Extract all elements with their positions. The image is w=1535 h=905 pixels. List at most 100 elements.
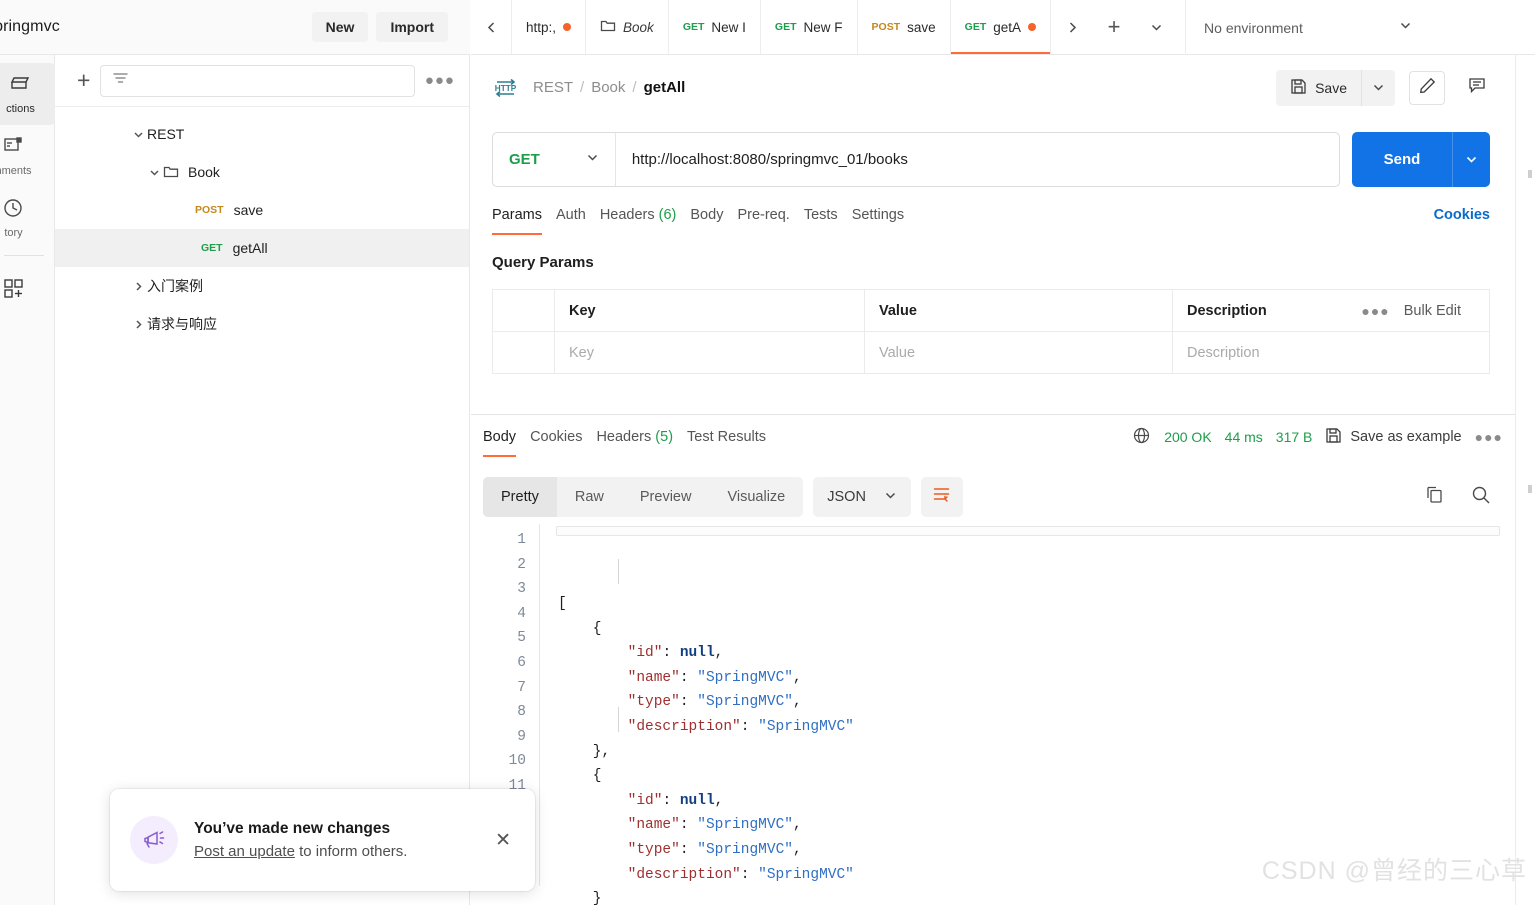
chevron-down-icon[interactable] [129, 129, 147, 140]
new-button[interactable]: New [311, 12, 369, 42]
copy-icon[interactable] [1425, 485, 1445, 510]
send-button[interactable]: Send [1352, 132, 1452, 187]
tab-label: Body [483, 429, 517, 445]
save-button-group: Save [1276, 69, 1395, 106]
breadcrumb: REST / Book / getAll [533, 79, 685, 96]
environment-selector[interactable]: No environment [1185, 0, 1430, 55]
import-button[interactable]: Import [376, 12, 448, 42]
tab-auth[interactable]: Auth [556, 207, 600, 235]
tab-http[interactable]: http:, [511, 0, 585, 54]
response-more-icon[interactable]: ●●● [1475, 429, 1503, 445]
rail-item-environments[interactable]: nments [0, 125, 41, 187]
breadcrumb-folder[interactable]: Book [591, 79, 625, 96]
filter-icon [111, 69, 130, 93]
tab-list-chevron-down-icon[interactable] [1135, 0, 1177, 55]
view-mode-preview[interactable]: Preview [622, 477, 710, 517]
post-update-link[interactable]: Post an update [194, 843, 295, 860]
unsaved-dot-icon [1028, 23, 1037, 31]
chevron-down-icon[interactable] [145, 167, 163, 178]
sidebar-more-icon[interactable]: ●●● [425, 72, 455, 89]
tree-item-intro-case[interactable]: 入门案例 [55, 267, 469, 305]
svg-text:HTTP: HTTP [495, 84, 517, 93]
chevron-right-icon[interactable] [129, 281, 147, 292]
chevron-right-icon[interactable] [129, 319, 147, 330]
tab-new-request-1[interactable]: GET New I [667, 0, 760, 54]
column-header-key: Key [555, 290, 865, 331]
edit-pencil-button[interactable] [1409, 70, 1445, 105]
code-line: } [558, 891, 602, 905]
rail-item-history[interactable]: tory [0, 187, 41, 249]
table-row[interactable]: Key Value Description [493, 332, 1489, 374]
request-tab-strip: http:, Book GET New I GET New F POST sav… [471, 0, 1535, 55]
collection-sidebar: + ●●● REST Book POST save GET getAll 入门案… [55, 55, 470, 905]
tab-label: Auth [555, 207, 586, 223]
tab-params[interactable]: Params [492, 207, 556, 235]
wrap-lines-button[interactable] [920, 477, 963, 517]
send-options-chevron-down-icon[interactable] [1452, 132, 1490, 187]
sidebar-filter-box[interactable] [100, 64, 415, 97]
tree-item-getall[interactable]: GET getAll [55, 229, 469, 267]
close-icon[interactable]: ✕ [489, 823, 517, 858]
tab-tests[interactable]: Tests [804, 207, 852, 235]
query-params-table: Key Value Description ●●● Bulk Edit Key … [492, 289, 1490, 374]
tab-pre-request[interactable]: Pre-req. [737, 207, 803, 235]
request-section-tabs: Params Auth Headers (6) Body Pre-req. Te… [492, 202, 1490, 240]
method-badge-post: POST [871, 21, 901, 33]
bulk-edit-button[interactable]: Bulk Edit [1404, 303, 1461, 319]
save-as-example-label: Save as example [1350, 429, 1462, 445]
right-rail [1515, 55, 1535, 905]
tab-response-cookies[interactable]: Cookies [530, 429, 596, 457]
breadcrumb-collection[interactable]: REST [533, 79, 573, 96]
tree-label: Book [188, 164, 220, 180]
tree-item-request-response[interactable]: 请求与响应 [55, 305, 469, 343]
tab-response-headers[interactable]: Headers (5) [596, 429, 687, 457]
view-mode-raw[interactable]: Raw [557, 477, 622, 517]
save-as-example-button[interactable]: Save as example [1325, 427, 1462, 448]
json-code-content[interactable]: [ { "id": null, "name": "SpringMVC", "ty… [539, 524, 1515, 905]
rail-item-collections[interactable]: ctions [0, 63, 55, 125]
save-options-chevron-down-icon[interactable] [1361, 69, 1395, 106]
row-checkbox-cell[interactable] [493, 332, 555, 373]
save-button[interactable]: Save [1276, 70, 1361, 106]
http-method-selector[interactable]: GET [493, 133, 616, 186]
tab-settings[interactable]: Settings [852, 207, 918, 235]
tab-label: New I [711, 19, 746, 35]
view-mode-visualize[interactable]: Visualize [709, 477, 803, 517]
line-number: 7 [517, 679, 526, 696]
environment-label: No environment [1204, 19, 1303, 36]
comments-button[interactable] [1459, 71, 1495, 105]
tree-item-book[interactable]: Book [55, 153, 469, 191]
view-mode-pretty[interactable]: Pretty [483, 477, 557, 517]
add-collection-icon[interactable]: + [77, 69, 90, 92]
tab-test-results[interactable]: Test Results [687, 429, 780, 457]
tab-response-body[interactable]: Body [483, 429, 530, 457]
tab-new-request-2[interactable]: GET New F [759, 0, 857, 54]
collection-tree: REST Book POST save GET getAll 入门案例 请求与响… [55, 107, 469, 343]
search-icon[interactable] [1471, 485, 1491, 510]
param-key-input[interactable]: Key [555, 332, 865, 373]
tab-headers[interactable]: Headers (6) [600, 207, 691, 235]
tab-save[interactable]: POST savе [856, 0, 950, 54]
pencil-icon [1419, 77, 1436, 99]
tab-getall[interactable]: GET getА [949, 0, 1051, 54]
url-input[interactable]: http://localhost:8080/springmvc_01/books [616, 151, 1339, 168]
line-number: 1 [517, 532, 526, 548]
tabs-scroll-left-icon[interactable] [471, 0, 511, 54]
tree-item-rest[interactable]: REST [55, 115, 469, 153]
tabs-scroll-right-icon[interactable] [1051, 0, 1093, 55]
cookies-link[interactable]: Cookies [1434, 207, 1490, 235]
globe-icon[interactable] [1132, 426, 1151, 448]
param-description-input[interactable]: Description [1173, 332, 1489, 373]
new-tab-icon[interactable]: + [1093, 0, 1135, 55]
tab-book[interactable]: Book [585, 0, 668, 54]
rail-item-new-module[interactable] [0, 262, 41, 324]
chevron-down-icon [1399, 19, 1412, 37]
response-tools [1425, 485, 1503, 510]
param-value-input[interactable]: Value [865, 332, 1173, 373]
tree-item-save[interactable]: POST save [55, 191, 469, 229]
tab-count: (5) [655, 429, 674, 445]
tab-body[interactable]: Body [690, 207, 737, 235]
response-format-selector[interactable]: JSON [813, 477, 911, 517]
request-header-actions: Save [1276, 69, 1495, 106]
table-more-icon[interactable]: ●●● [1361, 303, 1389, 319]
